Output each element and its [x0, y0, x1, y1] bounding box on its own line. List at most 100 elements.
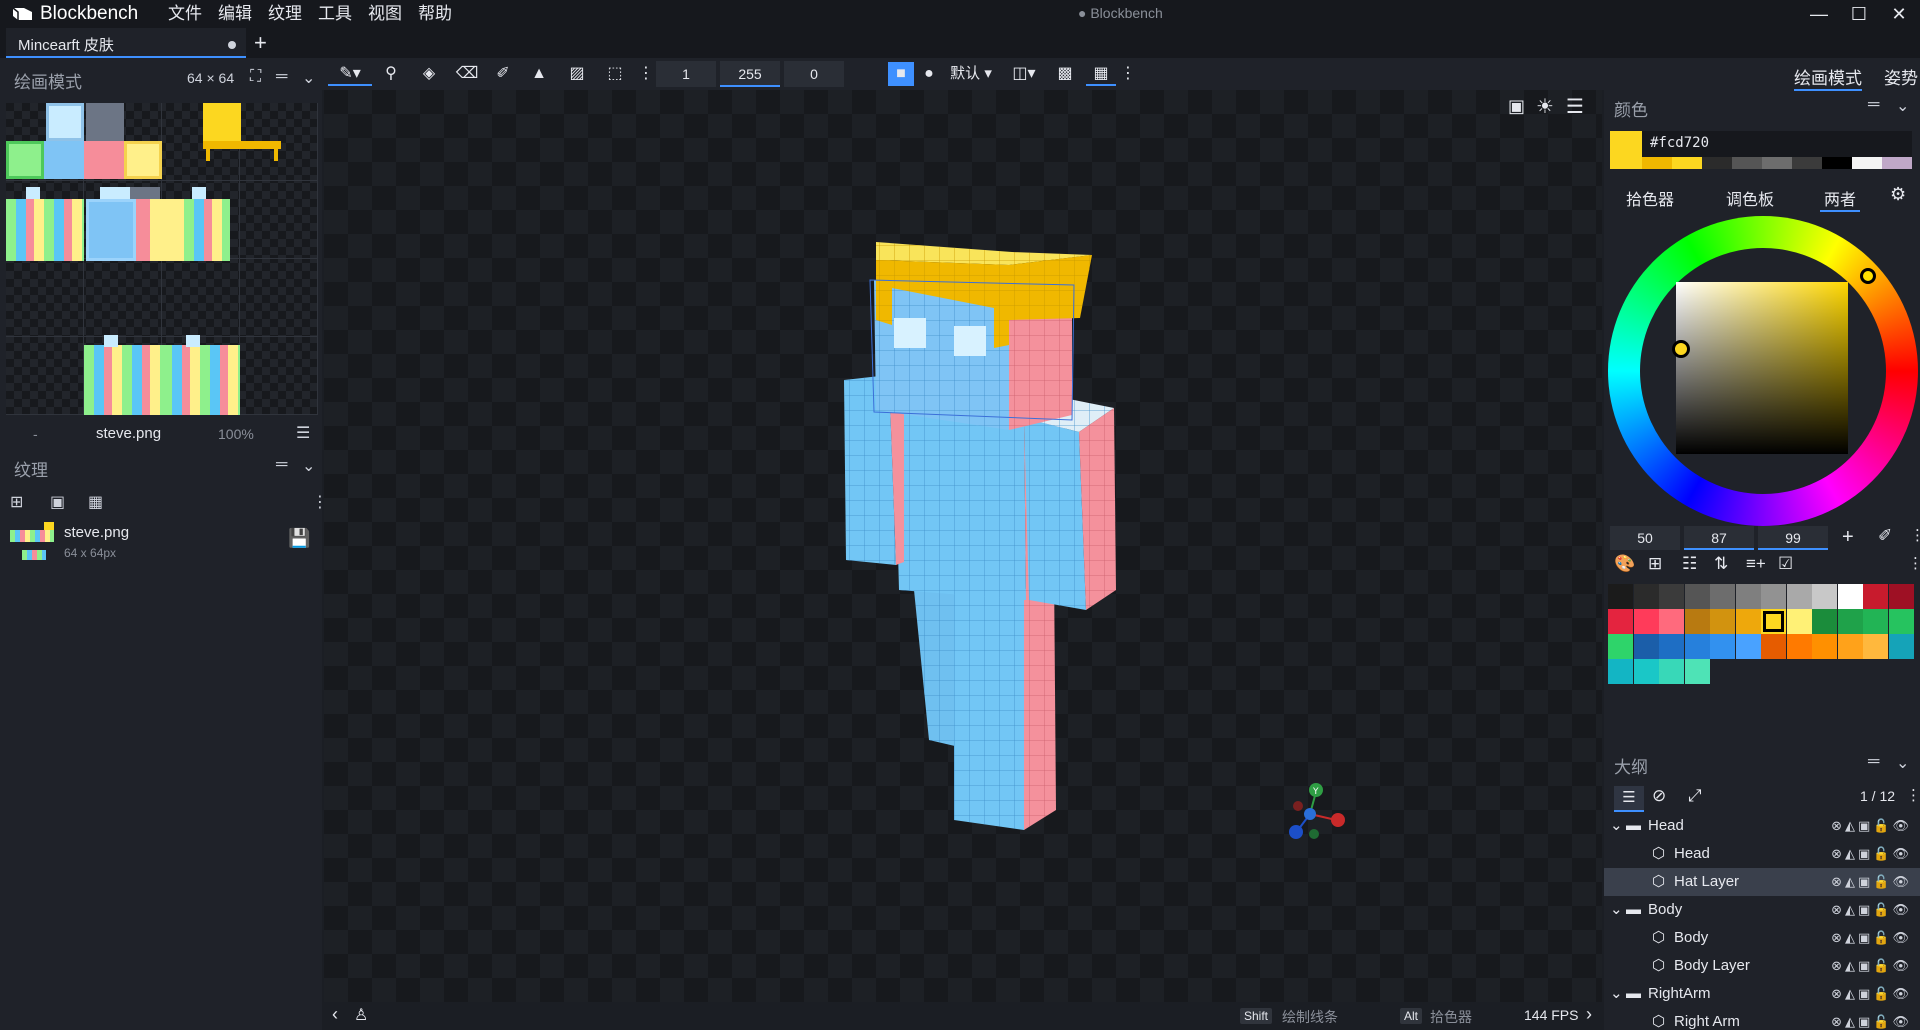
palette-swatch[interactable]: [1812, 634, 1837, 659]
palette-swatch[interactable]: [1761, 634, 1786, 659]
tab-both[interactable]: 两者: [1820, 186, 1861, 212]
mode-pose-tab[interactable]: 姿势: [1884, 64, 1918, 89]
maximize-button[interactable]: ☐: [1847, 2, 1871, 26]
palette-swatch[interactable]: [1659, 584, 1684, 609]
palette-swatch[interactable]: [1735, 609, 1761, 634]
palette-swatch[interactable]: [1608, 634, 1633, 659]
minimize-button[interactable]: —: [1807, 2, 1831, 26]
palette-swatch[interactable]: [1786, 634, 1812, 659]
menu-edit[interactable]: 编辑: [210, 2, 260, 26]
left-leg[interactable]: [954, 570, 1056, 830]
tab-project[interactable]: Mincearft 皮肤: [6, 28, 246, 58]
more-options-icon[interactable]: ⋮: [1120, 62, 1136, 86]
pixel-grid-icon[interactable]: ▦: [1086, 62, 1116, 86]
gradient-tool-icon[interactable]: ▨: [562, 62, 592, 86]
3d-viewport[interactable]: ▣ ☀ ☰ Y: [324, 90, 1602, 1002]
brush-tool-icon[interactable]: ✎▾: [328, 62, 372, 86]
blend-mode-select[interactable]: 默认 ▾: [946, 62, 996, 86]
x-axis-icon[interactable]: [1331, 813, 1345, 827]
left-arm[interactable]: [1024, 398, 1116, 610]
palette-swatch[interactable]: [1710, 609, 1735, 634]
texture-list-item[interactable]: steve.png 64 x 64px 💾: [6, 520, 318, 568]
unsaved-dot-icon[interactable]: [228, 41, 236, 49]
outliner-cube[interactable]: ⬡ Right Arm ⊗◭▣🔓👁: [1604, 1008, 1920, 1030]
chevron-down-icon[interactable]: ⌄: [1610, 812, 1623, 840]
palette-swatch[interactable]: [1888, 609, 1914, 634]
close-button[interactable]: ✕: [1887, 2, 1911, 26]
palette-swatch[interactable]: [1812, 584, 1837, 609]
palette-swatch[interactable]: [1633, 659, 1659, 684]
lighting-icon[interactable]: ☀: [1536, 94, 1554, 119]
menu-tools[interactable]: 工具: [310, 2, 360, 26]
steve-model[interactable]: [804, 170, 1164, 830]
palette-swatch[interactable]: [1633, 634, 1659, 659]
chevron-down-icon[interactable]: ⌄: [302, 456, 315, 476]
palette-swatch[interactable]: [1812, 609, 1837, 634]
palette-swatch[interactable]: [1710, 584, 1735, 609]
color-wheel-picker[interactable]: [1604, 210, 1920, 530]
palette-swatch[interactable]: [1633, 609, 1659, 634]
softness-field[interactable]: 0: [784, 61, 844, 87]
saturation-value-square[interactable]: [1676, 282, 1848, 454]
palette-swatch[interactable]: [1837, 609, 1863, 634]
viewport-menu-icon[interactable]: ☰: [1566, 94, 1584, 119]
screenshot-icon[interactable]: ▣: [1508, 96, 1525, 117]
menu-lines-icon[interactable]: ═: [1868, 96, 1879, 114]
import-texture-icon[interactable]: ▣: [50, 492, 65, 512]
chevron-right-icon[interactable]: ›: [1586, 1004, 1592, 1025]
uv-layout-icon[interactable]: ☰: [296, 423, 310, 443]
expand-icon[interactable]: ⤢: [1688, 786, 1702, 806]
checker-icon[interactable]: ▩: [1050, 62, 1080, 86]
menu-view[interactable]: 视图: [360, 2, 410, 26]
texture-grid-icon[interactable]: ▦: [88, 492, 103, 512]
brush-size-field[interactable]: 1: [656, 61, 716, 87]
palette-swatch[interactable]: [1608, 584, 1633, 609]
chevron-down-icon[interactable]: ⌄: [1896, 753, 1909, 773]
palette-swatch[interactable]: [1710, 634, 1735, 659]
menu-file[interactable]: 文件: [160, 2, 210, 26]
hue-handle[interactable]: [1860, 268, 1876, 284]
palette-grid-icon[interactable]: ⊞: [1648, 554, 1662, 574]
palette-swatch[interactable]: [1888, 584, 1914, 609]
value-field[interactable]: 99: [1758, 526, 1828, 550]
square-brush-icon[interactable]: ■: [888, 62, 914, 86]
menu-lines-icon[interactable]: ═: [1868, 753, 1879, 771]
outliner-list-icon[interactable]: ☰: [1614, 786, 1644, 812]
palette-swatch[interactable]: [1786, 584, 1812, 609]
fullscreen-icon[interactable]: ⛶: [250, 68, 261, 86]
chevron-down-icon[interactable]: ⌄: [302, 68, 315, 88]
new-tab-button[interactable]: +: [254, 30, 267, 56]
stamp-tool-icon[interactable]: ⚲: [376, 62, 406, 86]
z-axis-icon[interactable]: [1289, 825, 1303, 839]
palette-swatch[interactable]: [1684, 609, 1710, 634]
palette-swatch[interactable]: [1863, 609, 1888, 634]
selection-tool-icon[interactable]: ⬚: [600, 62, 630, 86]
palette-swatch[interactable]: [1684, 659, 1710, 684]
palette-swatch[interactable]: [1659, 659, 1684, 684]
outliner-group[interactable]: ⌄ ▬ RightArm ⊗◭▣🔓👁: [1604, 980, 1920, 1008]
sv-handle[interactable]: [1672, 340, 1690, 358]
chevron-down-icon[interactable]: ⌄: [1610, 980, 1623, 1008]
palette-swatch[interactable]: [1863, 584, 1888, 609]
palette-swatch[interactable]: [1659, 634, 1684, 659]
round-brush-icon[interactable]: ●: [916, 62, 942, 86]
outliner-cube[interactable]: ⬡ Body ⊗◭▣🔓👁: [1604, 924, 1920, 952]
settings-gear-icon[interactable]: ⚙: [1890, 184, 1906, 205]
hue-field[interactable]: 50: [1610, 526, 1680, 550]
menu-lines-icon[interactable]: ═: [276, 456, 287, 474]
menu-lines-icon[interactable]: ═: [276, 68, 287, 86]
chevron-left-icon[interactable]: ‹: [332, 1004, 338, 1025]
fill-tool-icon[interactable]: ◈: [414, 62, 444, 86]
palette-swatch[interactable]: [1735, 584, 1761, 609]
palette-swatch[interactable]: [1761, 609, 1786, 634]
chevron-down-icon[interactable]: ⌄: [1610, 896, 1623, 924]
palette-icon[interactable]: 🎨: [1614, 554, 1635, 574]
mirror-painting-icon[interactable]: ◫▾: [1004, 62, 1044, 86]
menu-help[interactable]: 帮助: [410, 2, 460, 26]
eyedropper-tool-icon[interactable]: ✐: [488, 62, 518, 86]
more-options-icon[interactable]: ⋮: [1910, 526, 1920, 544]
visibility-lock-icons[interactable]: ⊗◭▣🔓👁: [1831, 812, 1912, 840]
add-texture-icon[interactable]: ⊞: [10, 492, 23, 512]
axis-gizmo[interactable]: Y: [1284, 780, 1348, 844]
palette-swatch[interactable]: [1684, 634, 1710, 659]
